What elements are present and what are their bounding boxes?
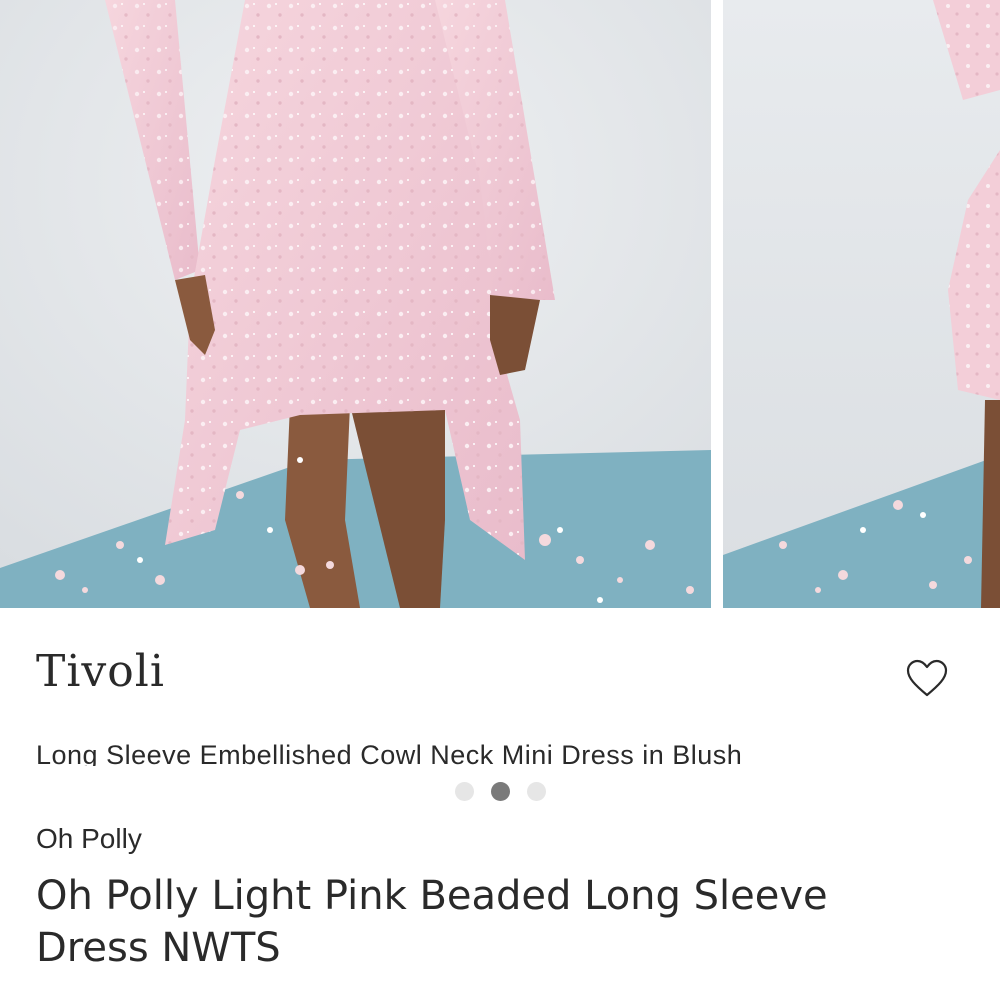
photo-caption-title: Tivoli bbox=[36, 646, 165, 697]
brand-link[interactable]: Oh Polly bbox=[36, 823, 142, 855]
photo-carousel[interactable] bbox=[0, 0, 1000, 608]
dress-photo-illustration bbox=[0, 0, 711, 608]
heart-outline-icon bbox=[906, 659, 948, 697]
like-button[interactable] bbox=[905, 658, 949, 698]
product-photo-next[interactable] bbox=[723, 0, 1000, 608]
carousel-dot-1[interactable] bbox=[454, 782, 474, 801]
carousel-pagination bbox=[0, 782, 1000, 802]
photo-caption-subtitle: Long Sleeve Embellished Cowl Neck Mini D… bbox=[36, 740, 743, 766]
listing-title: Oh Polly Light Pink Beaded Long Sleeve D… bbox=[36, 873, 828, 971]
carousel-dot-2-active[interactable] bbox=[490, 782, 510, 801]
carousel-dot-3[interactable] bbox=[526, 782, 546, 801]
product-photo-main[interactable] bbox=[0, 0, 711, 608]
dress-photo-illustration-next bbox=[723, 0, 1000, 608]
